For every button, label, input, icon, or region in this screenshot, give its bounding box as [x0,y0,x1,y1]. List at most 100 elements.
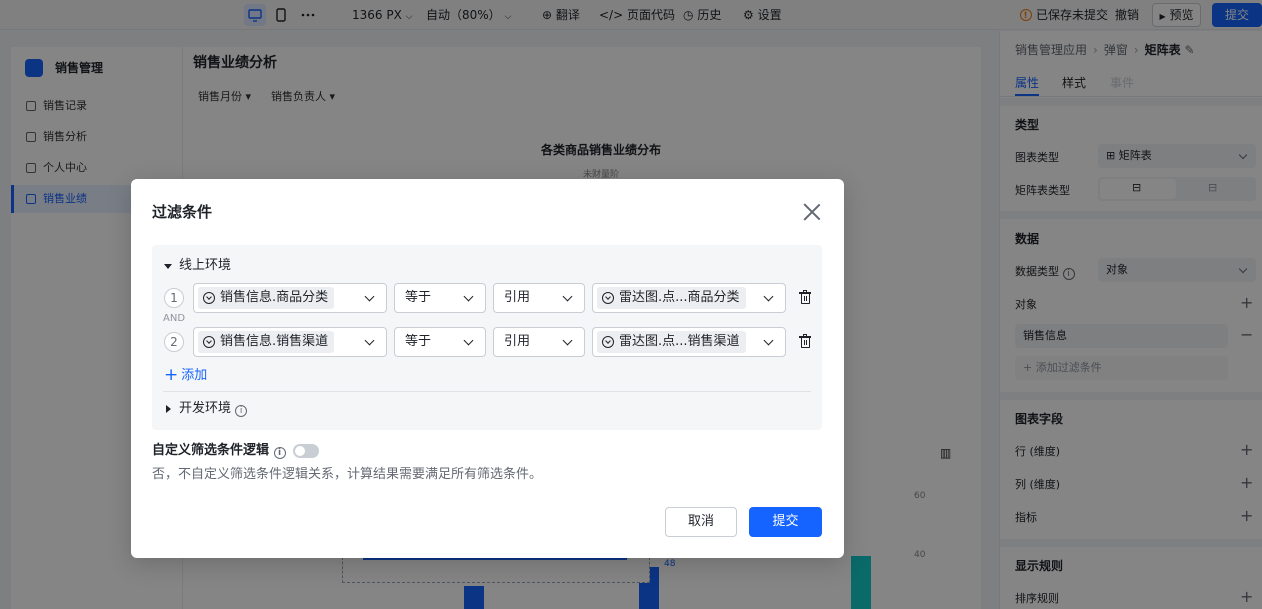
matrix-type-option-1[interactable]: ⊟ [1100,179,1176,199]
panel-tabs: 属性 样式 事件 [1000,69,1262,97]
info-icon[interactable]: i [1062,268,1075,280]
globe-icon: ⊕ [542,8,553,22]
section-title-fields: 图表字段 [1015,412,1064,426]
custom-logic-description: 否，不自定义筛选条件逻辑关系，计算结果需要满足所有筛选条件。 [152,467,543,482]
section-divider [1000,98,1262,106]
delete-condition-icon[interactable] [799,334,811,349]
custom-logic-label: 自定义筛选条件逻辑 i [152,442,286,460]
filter-conditions-modal: 过滤条件 线上环境 1 销售信息.商品分类 等于 引用 雷达图.点...商品分类… [131,179,844,558]
info-icon[interactable]: i [235,405,248,417]
add-filter-button[interactable]: + 添加过滤条件 [1015,356,1228,380]
matrix-type-option-2[interactable]: ⊟ [1208,181,1217,194]
filter-sales-month[interactable]: 销售月份 ▾ [198,89,251,105]
tab-properties[interactable]: 属性 [1015,74,1039,91]
more-button[interactable] [297,4,319,26]
undo-button[interactable]: 撤销 [1115,0,1139,30]
online-env-toggle[interactable]: 线上环境 [179,257,231,275]
column-dimension-label: 列 (维度) [1015,478,1061,491]
value-tag: 雷达图.点...销售渠道 [597,331,746,353]
more-icon [301,13,315,17]
sidebar-item-label: 销售记录 [43,99,87,112]
caret-down-icon[interactable] [164,264,172,269]
page-code-button[interactable]: </> 页面代码 [599,0,675,30]
info-icon[interactable]: i [273,447,286,459]
add-column-dimension-icon[interactable]: + [1240,475,1253,491]
desktop-view-button[interactable] [244,4,266,26]
play-icon: ▶ [1159,12,1166,21]
section-title-display: 显示规则 [1015,559,1064,573]
chart-type-value: 矩阵表 [1118,149,1152,162]
submit-button[interactable]: 提交 [749,507,822,537]
custom-logic-toggle[interactable] [293,444,319,458]
add-metric-icon[interactable]: + [1240,508,1253,524]
dev-env-label: 开发环境 [179,401,232,416]
filter-sales-owner[interactable]: 销售负责人 ▾ [271,89,335,105]
add-condition-label: 添加 [181,368,208,383]
caret-right-icon[interactable] [166,405,171,413]
tab-events: 事件 [1110,76,1135,90]
delete-condition-icon[interactable] [799,290,811,305]
add-object-icon[interactable]: + [1240,295,1253,311]
env-divider [163,391,811,392]
condition-value-type-select[interactable]: 引用 [493,283,585,313]
chevron-down-icon [364,291,375,302]
value-ref-icon [602,292,614,304]
submit-top-button[interactable]: 提交 [1212,3,1262,27]
code-icon: </> [599,8,624,22]
edit-icon[interactable]: ✎ [1185,43,1195,57]
close-icon[interactable] [803,203,821,221]
condition-field-select[interactable]: 销售信息.销售渠道 [193,327,387,357]
tab-styles[interactable]: 样式 [1062,74,1086,91]
value-ref-icon [602,336,614,348]
settings-button[interactable]: ⚙ 设置 [743,0,782,30]
dev-env-toggle[interactable]: 开发环境 i [179,400,248,418]
history-button[interactable]: ◷ 历史 [683,0,721,30]
add-condition-button[interactable]: + 添加 [164,365,207,385]
add-row-dimension-icon[interactable]: + [1240,442,1253,458]
sidebar-item-label: 个人中心 [43,161,87,174]
breadcrumb-item[interactable]: 弹窗 [1104,43,1128,57]
breadcrumb-item[interactable]: 销售管理应用 [1015,43,1087,57]
data-type-select[interactable]: 对象 [1098,258,1256,282]
cancel-button[interactable]: 取消 [665,507,737,537]
resolution-select[interactable]: 1366 PX ⌵ [352,0,412,30]
condition-field-select[interactable]: 销售信息.商品分类 [193,283,387,313]
remove-object-icon[interactable]: − [1240,327,1253,343]
translate-button[interactable]: ⊕ 翻译 [542,0,580,30]
chart-type-select[interactable]: ⊞ 矩阵表 [1098,144,1256,168]
object-item[interactable]: 销售信息 [1015,324,1228,348]
custom-logic-label-text: 自定义筛选条件逻辑 [152,443,270,458]
sidebar-item-sales-analysis[interactable]: 销售分析 [11,123,183,151]
chevron-down-icon [763,291,774,302]
condition-operator-select[interactable]: 等于 [394,327,486,357]
value-tag-text: 雷达图.点...销售渠道 [619,334,740,349]
object-label: 对象 [1015,298,1037,311]
condition-value-type-select[interactable]: 引用 [493,327,585,357]
sidebar-item-personal-center[interactable]: 个人中心 [11,154,183,182]
add-sort-rule-icon[interactable]: + [1240,589,1253,605]
condition-value-select[interactable]: 雷达图.点...商品分类 [592,283,786,313]
history-label: 历史 [697,8,722,22]
condition-value-select[interactable]: 雷达图.点...销售渠道 [592,327,786,357]
share-icon [26,194,36,204]
gear-icon: ⚙ [743,8,754,22]
bar-data-label: 48 [664,559,676,569]
field-tag-text: 销售信息.商品分类 [220,290,329,305]
matrix-layout-icon: ⊟ [1132,181,1142,194]
chart-tool-icon[interactable]: ▥ [940,446,951,460]
zoom-select[interactable]: 自动（80%） ⌵ [426,0,511,30]
axis-tick: 40 [914,550,926,560]
save-status-text: 已保存未提交 [1036,8,1109,22]
preview-button[interactable]: ▶ 预览 [1152,3,1201,27]
translate-label: 翻译 [555,8,580,22]
chevron-down-icon [463,335,474,346]
modal-title: 过滤条件 [152,203,213,221]
page-title: 销售业绩分析 [193,55,277,71]
resolution-value: 1366 PX [352,8,402,22]
condition-operator-select[interactable]: 等于 [394,283,486,313]
mobile-view-button[interactable] [270,4,292,26]
sidebar-item-sales-records[interactable]: 销售记录 [11,92,183,120]
add-filter-label: 添加过滤条件 [1035,361,1102,374]
plus-icon: + [1023,361,1033,374]
warning-icon [1020,1,1032,31]
